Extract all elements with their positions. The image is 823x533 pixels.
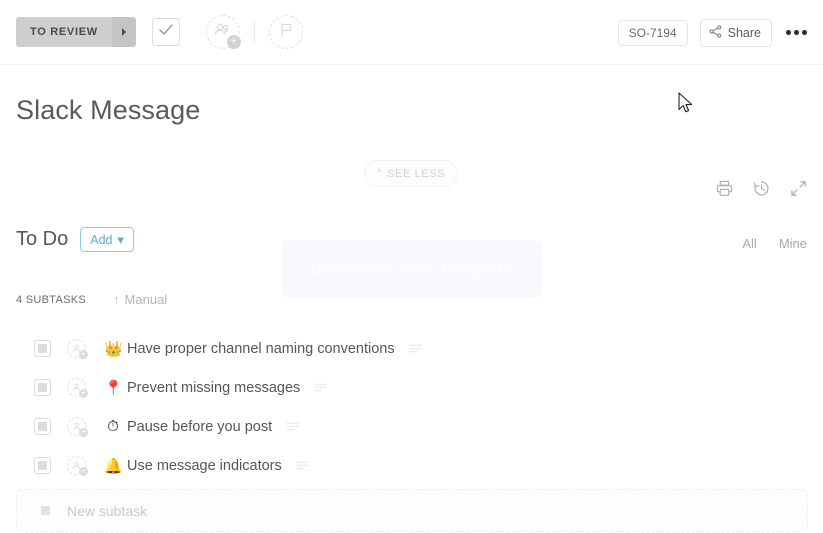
plus-badge-icon: + bbox=[227, 35, 241, 49]
description-icon[interactable] bbox=[296, 461, 309, 470]
expand-icon[interactable] bbox=[790, 180, 807, 202]
mouse-cursor bbox=[678, 92, 695, 121]
flag-icon bbox=[279, 22, 293, 43]
plus-badge-icon: + bbox=[79, 350, 88, 359]
arrow-up-icon: ↑ bbox=[114, 294, 120, 306]
subtask-name[interactable]: Prevent missing messages bbox=[127, 380, 300, 396]
description-icon[interactable] bbox=[286, 422, 299, 431]
filter-all[interactable]: All bbox=[742, 236, 756, 251]
subtask-checkbox[interactable] bbox=[34, 379, 51, 396]
download-template-button[interactable]: Download This Template bbox=[281, 240, 542, 298]
table-row[interactable]: + ⏱ Pause before you post bbox=[0, 407, 823, 446]
subtask-checkbox[interactable] bbox=[34, 457, 51, 474]
add-subtask-button[interactable]: Add ▾ bbox=[80, 227, 134, 252]
subtask-meta: 4 SUBTASKS ↑ Manual bbox=[16, 292, 167, 307]
plus-badge-icon: + bbox=[79, 467, 88, 476]
group-header: To Do Add ▾ bbox=[16, 227, 134, 252]
ellipsis-icon[interactable] bbox=[784, 24, 809, 41]
check-icon bbox=[159, 23, 173, 41]
history-icon[interactable] bbox=[753, 180, 770, 202]
status-label: TO REVIEW bbox=[16, 17, 112, 47]
mark-complete-button[interactable] bbox=[152, 18, 180, 46]
page-title[interactable]: Slack Message bbox=[16, 95, 200, 126]
avatar[interactable]: + bbox=[67, 378, 86, 397]
subtask-checkbox[interactable] bbox=[34, 418, 51, 435]
subtask-emoji: 🔔 bbox=[104, 457, 122, 475]
avatar[interactable]: + bbox=[67, 417, 86, 436]
sort-mode-button[interactable]: ↑ Manual bbox=[114, 292, 167, 307]
header-divider bbox=[254, 19, 255, 45]
table-row[interactable]: + 👑 Have proper channel naming conventio… bbox=[0, 329, 823, 368]
new-subtask-input[interactable]: New subtask bbox=[16, 489, 808, 532]
add-assignee-button[interactable]: + bbox=[206, 15, 240, 49]
subtask-list: + 👑 Have proper channel naming conventio… bbox=[0, 329, 823, 485]
share-button[interactable]: Share bbox=[700, 19, 772, 47]
description-icon[interactable] bbox=[314, 383, 327, 392]
avatar[interactable]: + bbox=[67, 339, 86, 358]
subtask-count: 4 SUBTASKS bbox=[16, 294, 86, 306]
table-row[interactable]: + 🔔 Use message indicators bbox=[0, 446, 823, 485]
subtask-checkbox[interactable] bbox=[34, 340, 51, 357]
table-row[interactable]: + 📍 Prevent missing messages bbox=[0, 368, 823, 407]
subtask-name[interactable]: Have proper channel naming conventions bbox=[127, 341, 395, 357]
subtask-emoji: ⏱ bbox=[104, 418, 122, 435]
plus-badge-icon: + bbox=[79, 428, 88, 437]
set-priority-button[interactable] bbox=[269, 15, 303, 49]
subtask-name[interactable]: Pause before you post bbox=[127, 419, 272, 435]
subtask-emoji: 📍 bbox=[104, 379, 122, 397]
task-id-chip[interactable]: SO-7194 bbox=[618, 20, 688, 46]
description-icon[interactable] bbox=[409, 344, 422, 353]
plus-badge-icon: + bbox=[79, 389, 88, 398]
group-name: To Do bbox=[16, 228, 68, 251]
print-icon[interactable] bbox=[716, 180, 733, 202]
chevron-up-icon: ^ bbox=[377, 168, 382, 179]
avatar[interactable]: + bbox=[67, 456, 86, 475]
chevron-down-icon: ▾ bbox=[118, 232, 124, 247]
caret-right-icon[interactable] bbox=[112, 17, 136, 47]
see-less-label: SEE LESS bbox=[387, 168, 445, 180]
status-button[interactable]: TO REVIEW bbox=[16, 17, 136, 47]
share-icon bbox=[709, 25, 722, 41]
subtask-name[interactable]: Use message indicators bbox=[127, 458, 282, 474]
new-subtask-placeholder: New subtask bbox=[67, 503, 147, 519]
assignee-filter: All Mine bbox=[742, 236, 807, 251]
sort-mode-label: Manual bbox=[125, 292, 168, 307]
add-label: Add bbox=[90, 233, 112, 247]
task-header: TO REVIEW + bbox=[0, 0, 823, 65]
share-label: Share bbox=[728, 26, 761, 40]
see-less-button[interactable]: ^ SEE LESS bbox=[364, 160, 458, 187]
header-left-group: TO REVIEW + bbox=[0, 15, 303, 49]
subtask-toolbar bbox=[716, 180, 807, 202]
filter-mine[interactable]: Mine bbox=[779, 236, 807, 251]
subtask-emoji: 👑 bbox=[104, 340, 122, 358]
header-right-group: SO-7194 Share bbox=[618, 0, 809, 65]
checkbox-placeholder-icon bbox=[41, 506, 50, 515]
